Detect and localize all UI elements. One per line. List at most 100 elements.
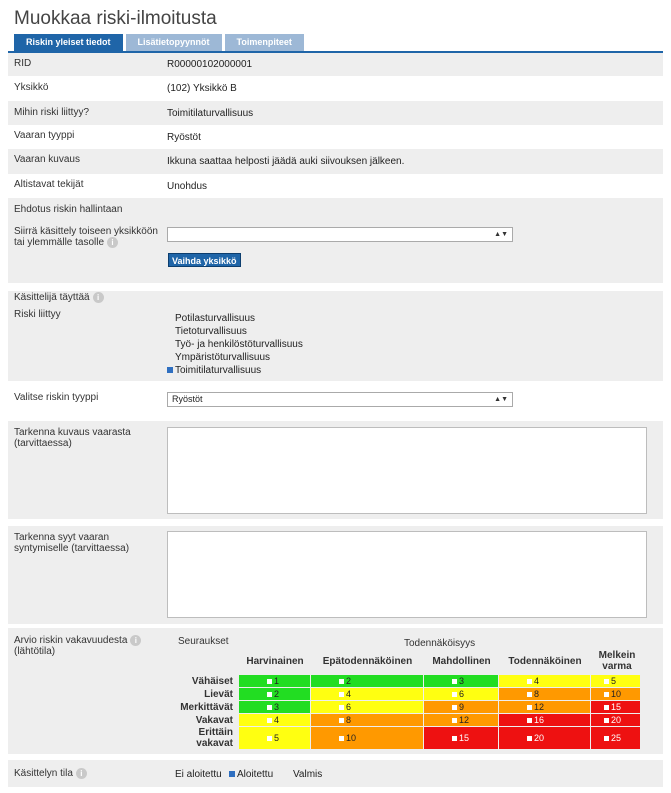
cell-value: 10 [611,689,622,699]
mihin-label: Mihin riski liittyy? [14,107,90,118]
row-header: Erittäin vakavat [196,727,233,749]
unit-select[interactable]: ▲▼ [167,227,513,242]
chevron-down-icon: ▲▼ [494,396,508,403]
checkbox-toimitilaturvallisuus[interactable]: Toimitilaturvallisuus [167,365,261,376]
matrix-cell[interactable]: 4 [499,675,590,687]
radio-icon[interactable] [604,679,609,685]
cell-value: 3 [274,702,280,712]
matrix-cell[interactable]: 8 [311,714,423,726]
checkbox-tyo-ja-henkilostoturvallisuus[interactable]: Työ- ja henkilöstöturvallisuus [167,339,303,350]
option-label: Toimitilaturvallisuus [175,365,262,376]
checkbox-ymparistoturvallisuus[interactable]: Ympäristöturvallisuus [167,352,270,363]
tab-riskin-yleiset-tiedot[interactable]: Riskin yleiset tiedot [14,34,123,51]
radio-icon[interactable] [527,718,532,724]
radio-icon[interactable] [452,679,457,685]
valitse-tyyppi-label: Valitse riskin tyyppi [14,392,99,403]
matrix-cell[interactable]: 4 [239,714,310,726]
info-icon[interactable]: i [92,292,104,303]
yksikko-value: (102) Yksikkö B [167,83,237,94]
matrix-cell[interactable]: 10 [311,727,423,749]
radio-icon[interactable] [604,718,609,724]
info-icon[interactable]: i [107,237,119,248]
matrix-cell[interactable]: 5 [239,727,310,749]
radio-icon[interactable] [267,705,272,711]
row-vaaran-tyyppi: Vaaran tyyppi Ryöstöt [8,125,663,149]
todennakoisyys-header: Todennäköisyys [404,638,476,649]
matrix-cell[interactable]: 8 [499,688,590,700]
radio-icon[interactable] [604,736,609,742]
radio-icon[interactable] [527,679,532,685]
radio-ei-aloitettu[interactable]: Ei aloitettu [167,769,222,780]
mihin-value: Toimitilaturvallisuus [167,108,254,119]
info-icon[interactable]: i [130,635,142,646]
matrix-cell[interactable]: 12 [499,701,590,713]
matrix-cell[interactable]: 20 [591,714,640,726]
row-header: Vähäiset [191,676,233,687]
checkbox-tietoturvallisuus[interactable]: Tietoturvallisuus [167,326,247,337]
radio-icon[interactable] [452,692,457,698]
radio-icon[interactable] [527,736,532,742]
radio-icon[interactable] [267,736,272,742]
radio-icon[interactable] [267,718,272,724]
cell-value: 12 [534,702,545,712]
radio-icon[interactable] [339,705,344,711]
matrix-cell[interactable]: 2 [311,675,423,687]
kasittelija-label: Käsittelijä täyttää i [14,292,104,303]
matrix-cell[interactable]: 5 [591,675,640,687]
matrix-cell[interactable]: 9 [424,701,498,713]
radio-aloitettu[interactable]: Aloitettu [229,769,273,780]
radio-icon[interactable] [452,718,457,724]
matrix-cell[interactable]: 3 [239,701,310,713]
matrix-cell[interactable]: 15 [424,727,498,749]
row-header: Vakavat [195,715,233,726]
yksikko-label: Yksikkö [14,82,49,93]
matrix-cell[interactable]: 15 [591,701,640,713]
radio-icon[interactable] [527,705,532,711]
matrix-cell[interactable]: 25 [591,727,640,749]
tab-toimenpiteet[interactable]: Toimenpiteet [224,34,304,51]
radio-icon[interactable] [452,736,457,742]
arvio-label-line2: (lähtötila) [14,646,56,658]
radio-icon[interactable] [339,692,344,698]
option-label: Tietoturvallisuus [175,326,247,337]
radio-icon[interactable] [267,692,272,698]
vaihda-yksikko-button[interactable]: Vaihda yksikkö [168,253,241,267]
row-kasittelija: Käsittelijä täyttää i [8,291,663,304]
matrix-cell[interactable]: 3 [424,675,498,687]
checkbox-checked-icon[interactable] [167,367,173,374]
matrix-cell[interactable]: 10 [591,688,640,700]
matrix-cell[interactable]: 12 [424,714,498,726]
matrix-cell[interactable]: 6 [311,701,423,713]
rid-value: R00000102000001 [167,59,253,70]
matrix-cell[interactable]: 1 [239,675,310,687]
tarkenna-kuvaus-textarea[interactable] [167,427,647,514]
rid-label: RID [14,58,32,69]
radio-icon[interactable] [604,705,609,711]
risk-type-select-value: Ryöstöt [172,394,203,404]
radio-icon[interactable] [339,736,344,742]
radio-valmis[interactable]: Valmis [285,769,322,780]
cell-value: 4 [534,676,540,686]
matrix-cell[interactable]: 6 [424,688,498,700]
checkbox-potilasturvallisuus[interactable]: Potilasturvallisuus [167,313,255,324]
risk-type-select[interactable]: Ryöstöt ▲▼ [167,392,513,407]
tab-lisatietopyynnot[interactable]: Lisätietopyynnöt [125,34,222,51]
radio-icon[interactable] [604,692,609,698]
radio-icon[interactable] [452,705,457,711]
info-icon[interactable]: i [75,768,87,779]
tarkenna-syyt-label: Tarkenna syyt vaaran syntymiselle (tarvi… [14,532,129,554]
kasittelyn-tila-label: Käsittelyn tila i [14,768,87,779]
column-header: Melkein varma [598,650,636,672]
radio-selected-icon[interactable] [229,771,235,778]
radio-icon[interactable] [339,679,344,685]
radio-icon[interactable] [267,679,272,685]
matrix-cell[interactable]: 20 [499,727,590,749]
cell-value: 2 [274,689,280,699]
matrix-cell[interactable]: 4 [311,688,423,700]
tarkenna-syyt-textarea[interactable] [167,531,647,618]
radio-icon[interactable] [339,718,344,724]
radio-icon[interactable] [527,692,532,698]
matrix-cell[interactable]: 16 [499,714,590,726]
matrix-cell[interactable]: 2 [239,688,310,700]
column-header: Todennäköinen [508,656,582,667]
